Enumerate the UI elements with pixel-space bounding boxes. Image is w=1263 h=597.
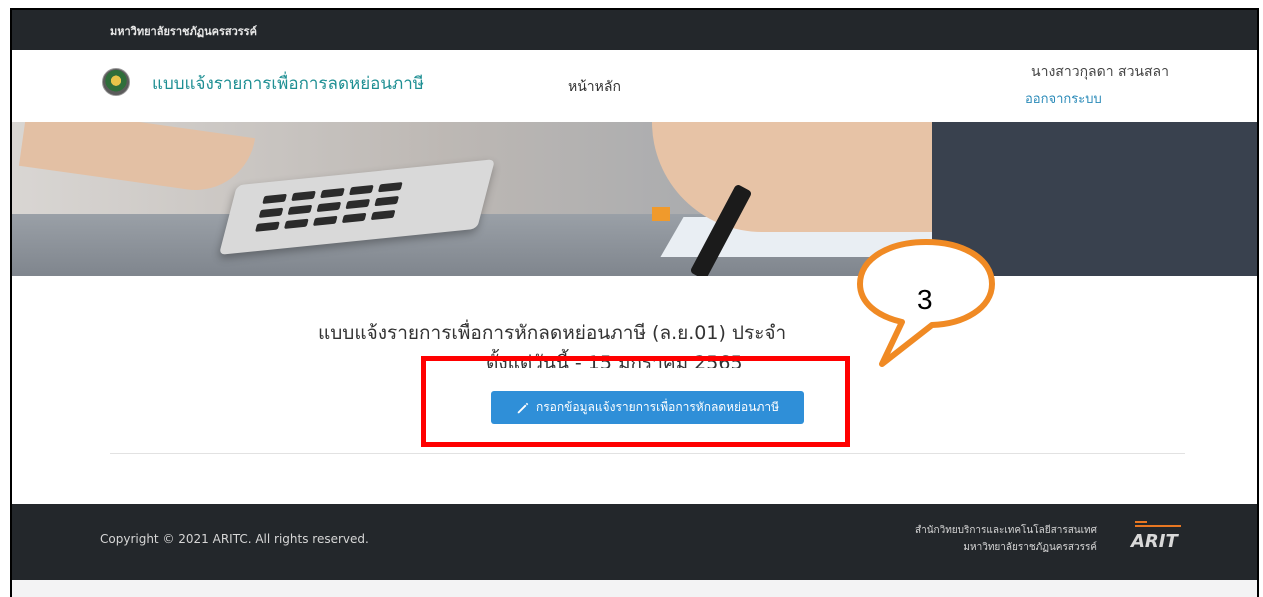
university-seal-icon[interactable]	[102, 68, 130, 96]
divider	[110, 453, 1185, 454]
office-name: สำนักวิทยบริการและเทคโนโลยีสารสนเทศ มหาว…	[915, 522, 1097, 556]
arit-logo-text: ARIT	[1129, 531, 1179, 552]
top-bar: มหาวิทยาลัยราชภัฏนครสวรรค์	[12, 10, 1257, 50]
step-number: 3	[917, 284, 933, 315]
nav-home-link[interactable]: หน้าหลัก	[568, 76, 621, 98]
highlight-box	[421, 356, 850, 447]
arit-logo-icon: ARIT	[1129, 521, 1181, 552]
office-line-1: สำนักวิทยบริการและเทคโนโลยีสารสนเทศ	[914, 525, 1097, 536]
university-name: มหาวิทยาลัยราชภัฏนครสวรรค์	[110, 25, 257, 38]
bottom-strip	[12, 580, 1257, 597]
footer: Copyright © 2021 ARITC. All rights reser…	[12, 504, 1257, 580]
page-heading: แบบแจ้งรายการเพื่อการหักลดหย่อนภาษี (ล.ย…	[318, 322, 787, 344]
hero-banner-image	[12, 122, 1257, 276]
copyright-text: Copyright © 2021 ARITC. All rights reser…	[100, 532, 369, 546]
browser-frame: มหาวิทยาลัยราชภัฏนครสวรรค์ แบบแจ้งรายการ…	[10, 8, 1259, 597]
office-line-2: มหาวิทยาลัยราชภัฏนครสวรรค์	[963, 542, 1097, 553]
navbar: แบบแจ้งรายการเพื่อการลดหย่อนภาษี หน้าหลั…	[12, 50, 1257, 122]
user-name: นางสาวกุลดา สวนสลา	[1031, 64, 1169, 80]
site-brand[interactable]: แบบแจ้งรายการเพื่อการลดหย่อนภาษี	[152, 70, 424, 97]
logout-link[interactable]: ออกจากระบบ	[1025, 88, 1102, 109]
